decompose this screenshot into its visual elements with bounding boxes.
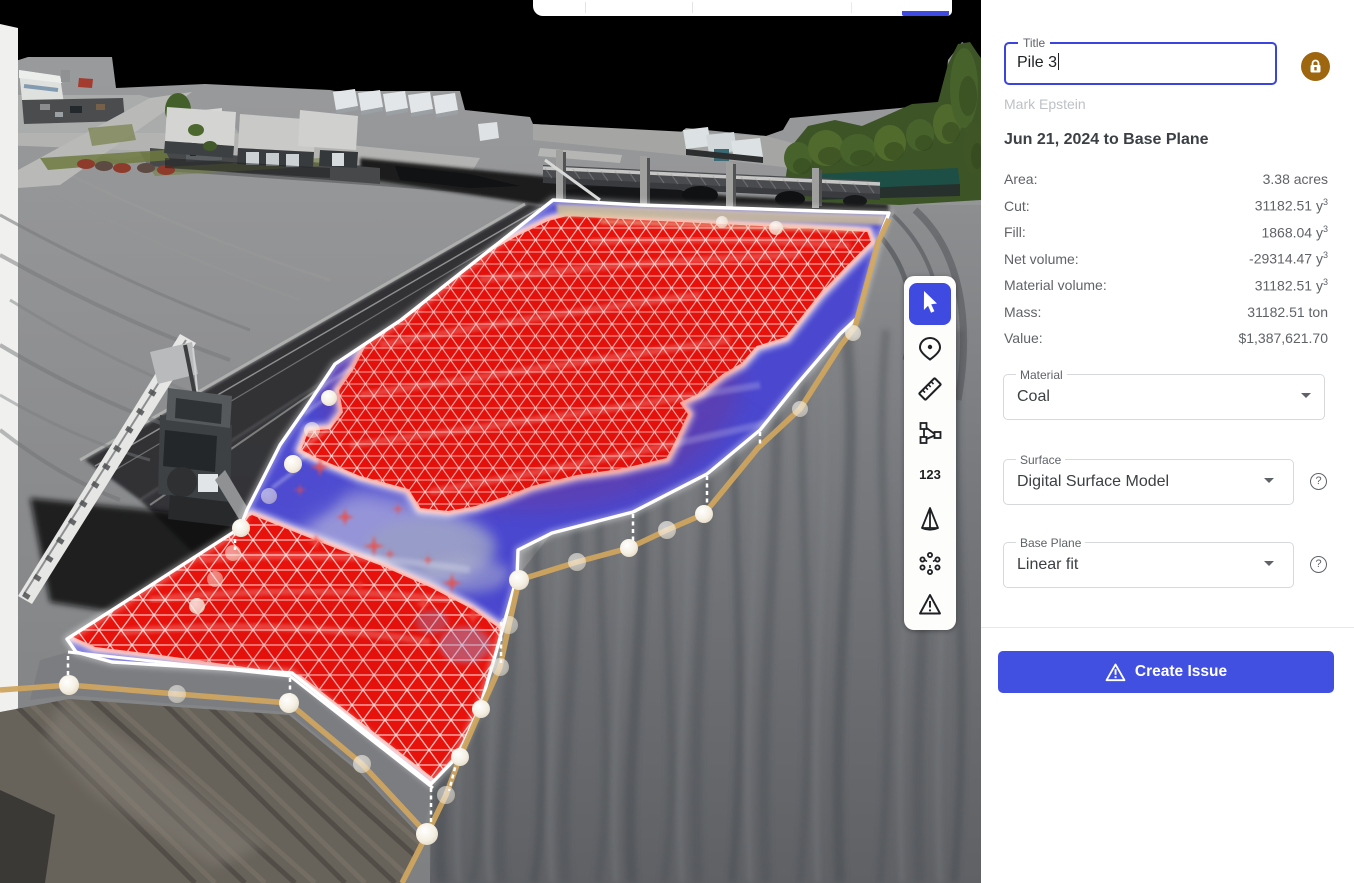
svg-text:123: 123 <box>919 467 941 482</box>
